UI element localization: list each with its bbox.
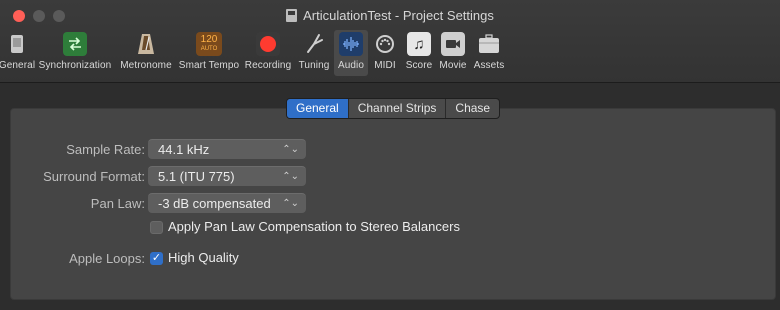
toolbar-audio[interactable]: Audio [334, 30, 368, 76]
sample-rate-row: Sample Rate: 44.1 kHz ⌃⌄ [0, 139, 780, 159]
window-title: ArticulationTest - Project Settings [0, 8, 780, 23]
tuning-fork-icon [302, 32, 326, 56]
record-icon [256, 32, 280, 56]
toolbar-recording-label: Recording [244, 60, 292, 71]
smart-tempo-icon: 120 AUTO [196, 32, 222, 56]
settings-tabs: General Channel Strips Chase [286, 98, 501, 119]
toolbar-score[interactable]: ♫ Score [402, 30, 436, 76]
assets-icon [477, 32, 501, 56]
apple-loops-label: Apple Loops: [69, 250, 145, 266]
surround-format-label: Surround Format: [43, 168, 145, 184]
window-title-text: ArticulationTest - Project Settings [303, 8, 494, 23]
midi-icon [373, 32, 397, 56]
chevron-updown-icon: ⌃⌄ [282, 144, 299, 155]
settings-toolbar: General Synchronization Metronome 120 AU… [0, 30, 508, 80]
sync-icon [63, 32, 87, 56]
sample-rate-label: Sample Rate: [66, 141, 145, 157]
pan-law-select[interactable]: -3 dB compensated ⌃⌄ [148, 193, 306, 213]
sample-rate-value: 44.1 kHz [158, 142, 210, 157]
toolbar-smart-tempo[interactable]: 120 AUTO Smart Tempo [176, 30, 242, 76]
toolbar-assets-label: Assets [473, 60, 505, 71]
audio-icon [339, 32, 363, 56]
toolbar-score-label: Score [405, 60, 433, 71]
toolbar-general[interactable]: General [0, 30, 36, 76]
pan-law-compensation-label: Apply Pan Law Compensation to Stereo Bal… [168, 219, 460, 234]
high-quality-checkbox[interactable]: ✓ [150, 252, 163, 265]
surround-format-row: Surround Format: 5.1 (ITU 775) ⌃⌄ [0, 166, 780, 186]
toolbar-tuning[interactable]: Tuning [294, 30, 334, 76]
tab-chase[interactable]: Chase [446, 99, 499, 118]
toolbar-audio-label: Audio [337, 60, 365, 71]
chevron-updown-icon: ⌃⌄ [282, 171, 299, 182]
surround-format-select[interactable]: 5.1 (ITU 775) ⌃⌄ [148, 166, 306, 186]
toolbar-general-label: General [0, 60, 36, 71]
toolbar-assets[interactable]: Assets [470, 30, 508, 76]
pan-law-compensation-checkbox[interactable] [150, 221, 163, 234]
high-quality-label: High Quality [168, 250, 239, 265]
project-settings-window: ArticulationTest - Project Settings Gene… [0, 0, 780, 310]
apple-loops-row: Apple Loops: [0, 248, 780, 268]
pan-law-value: -3 dB compensated [158, 196, 271, 211]
smart-tempo-mode: AUTO [200, 46, 218, 52]
toolbar-movie[interactable]: Movie [436, 30, 470, 76]
toolbar-smart-tempo-label: Smart Tempo [178, 60, 240, 71]
toolbar-recording[interactable]: Recording [242, 30, 294, 76]
movie-icon [441, 32, 465, 56]
toolbar-synchronization[interactable]: Synchronization [34, 30, 116, 76]
toolbar-metronome-label: Metronome [120, 60, 172, 71]
general-icon [5, 32, 29, 56]
sample-rate-select[interactable]: 44.1 kHz ⌃⌄ [148, 139, 306, 159]
title-bar: ArticulationTest - Project Settings Gene… [0, 0, 780, 83]
toolbar-metronome[interactable]: Metronome [116, 30, 176, 76]
pan-law-row: Pan Law: -3 dB compensated ⌃⌄ [0, 193, 780, 213]
toolbar-synchronization-label: Synchronization [38, 60, 112, 71]
toolbar-movie-label: Movie [439, 60, 467, 71]
surround-format-value: 5.1 (ITU 775) [158, 169, 235, 184]
toolbar-tuning-label: Tuning [298, 60, 330, 71]
tab-channel-strips[interactable]: Channel Strips [349, 99, 447, 118]
document-icon [286, 9, 298, 22]
toolbar-midi[interactable]: MIDI [368, 30, 402, 76]
score-icon: ♫ [407, 32, 431, 56]
chevron-updown-icon: ⌃⌄ [282, 198, 299, 209]
tab-general[interactable]: General [287, 99, 349, 118]
pan-law-label: Pan Law: [90, 195, 145, 211]
smart-tempo-value: 120 [200, 34, 218, 45]
metronome-icon [134, 32, 158, 56]
toolbar-midi-label: MIDI [374, 60, 396, 71]
